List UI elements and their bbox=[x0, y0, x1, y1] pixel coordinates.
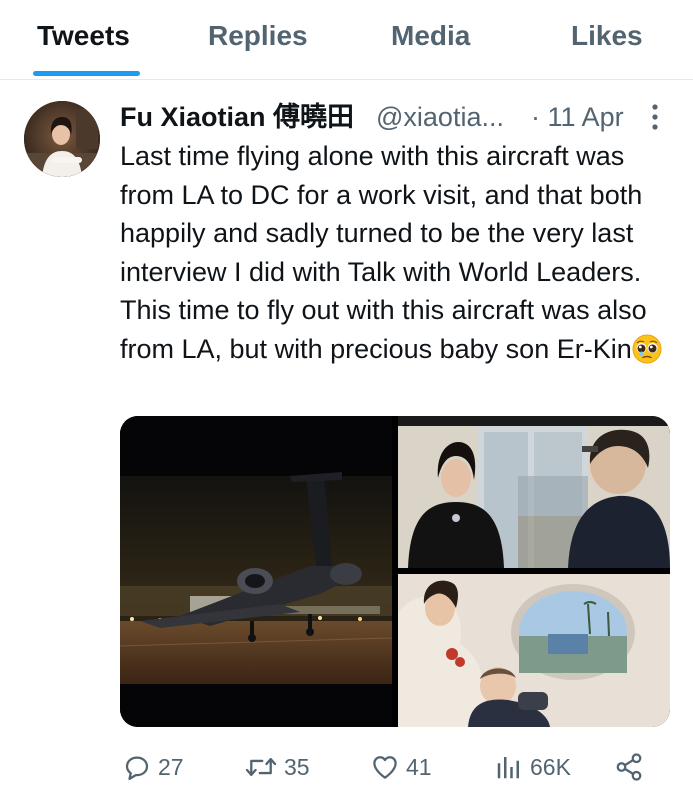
tweet-actions: 27 35 41 66K bbox=[0, 745, 693, 789]
retweet-button[interactable]: 35 bbox=[244, 745, 310, 789]
media-grid bbox=[120, 416, 670, 727]
tweet-text: Last time flying alone with this aircraf… bbox=[120, 137, 680, 368]
private-jet-night-photo[interactable] bbox=[120, 416, 392, 727]
tweet-header: Fu Xiaotian 傅曉田 @xiaotia... · 11 Apr bbox=[120, 98, 680, 138]
tab-media[interactable]: Media bbox=[391, 14, 470, 58]
more-dots-icon[interactable] bbox=[648, 102, 662, 132]
share-button[interactable] bbox=[614, 745, 644, 789]
reply-button[interactable]: 27 bbox=[122, 745, 184, 789]
reply-icon bbox=[125, 756, 149, 780]
avatar[interactable] bbox=[24, 101, 100, 177]
views-count: 66K bbox=[530, 753, 571, 780]
like-button[interactable]: 41 bbox=[370, 745, 432, 789]
retweet-count: 35 bbox=[284, 753, 310, 780]
like-count: 41 bbox=[406, 753, 432, 780]
active-tab-indicator bbox=[33, 71, 140, 76]
author-name[interactable]: Fu Xiaotian 傅曉田 bbox=[120, 98, 354, 136]
avatar-image bbox=[24, 101, 100, 177]
reply-count: 27 bbox=[158, 753, 184, 780]
views-button[interactable]: 66K bbox=[494, 745, 571, 789]
share-icon bbox=[616, 753, 642, 781]
profile-tabs: Tweets Replies Media Likes bbox=[0, 0, 693, 80]
tab-likes[interactable]: Likes bbox=[571, 14, 643, 58]
author-handle[interactable]: @xiaotia... bbox=[376, 98, 504, 136]
date-value: 11 Apr bbox=[547, 102, 624, 132]
retweet-icon bbox=[245, 757, 277, 777]
mother-baby-in-aircraft-photo[interactable] bbox=[398, 574, 670, 727]
heart-icon bbox=[373, 756, 397, 779]
tweet-text-content: Last time flying alone with this aircraf… bbox=[120, 141, 655, 364]
interview-portrait-photo[interactable] bbox=[398, 416, 670, 568]
tab-replies[interactable]: Replies bbox=[208, 14, 308, 58]
tweet-date[interactable]: · 11 Apr bbox=[531, 98, 624, 136]
pleading-face-emoji bbox=[632, 334, 662, 363]
date-separator: · bbox=[531, 102, 540, 132]
tab-tweets[interactable]: Tweets bbox=[37, 14, 130, 58]
views-chart-icon bbox=[497, 757, 519, 779]
